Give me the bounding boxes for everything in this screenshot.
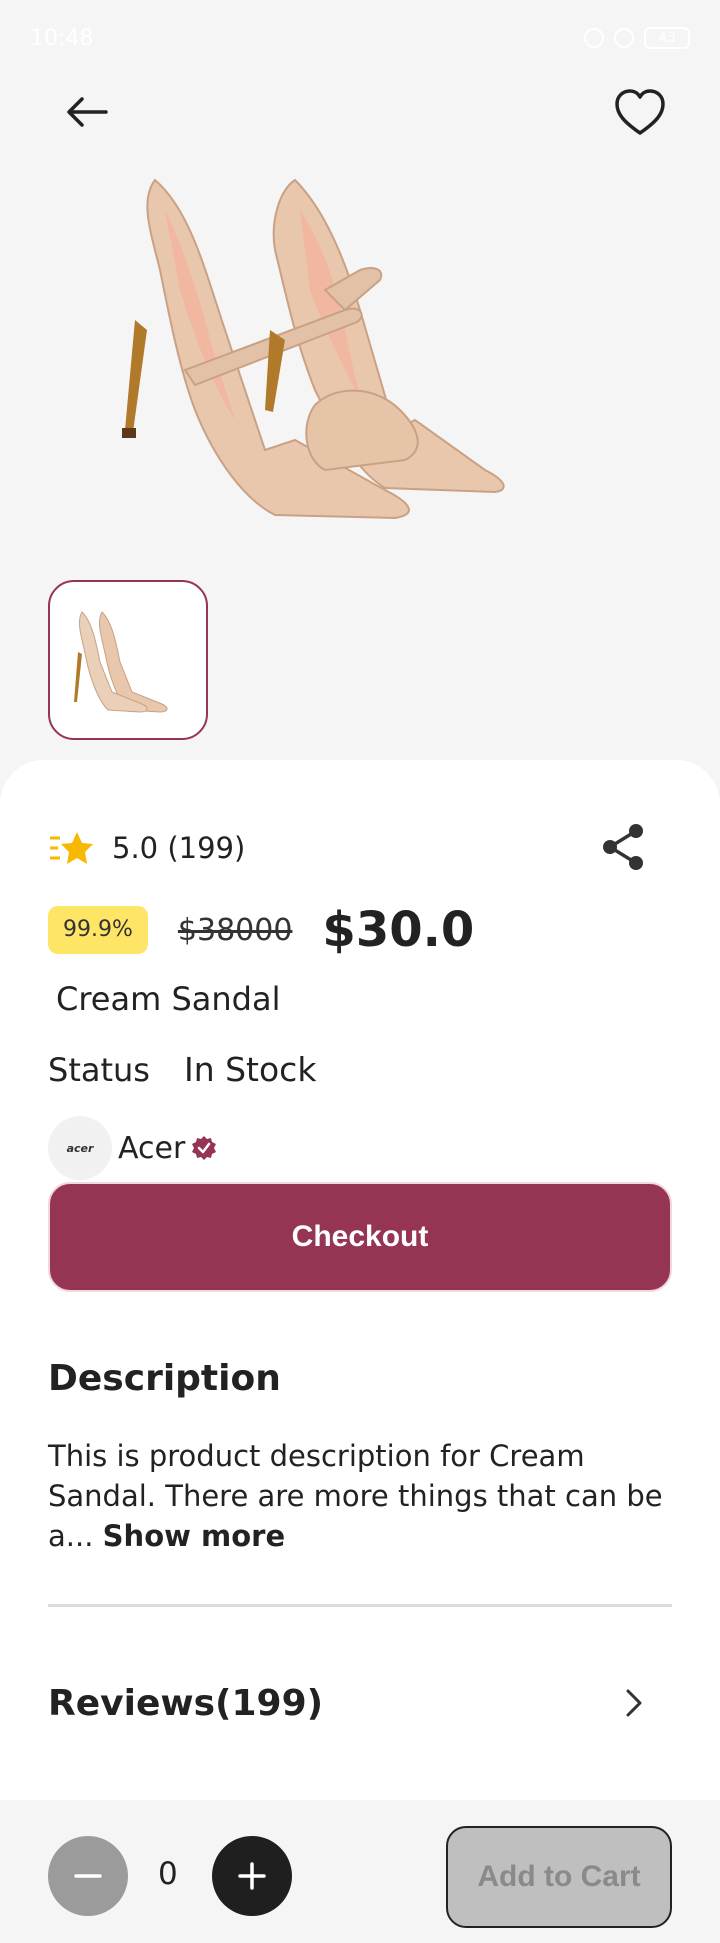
thumbnail-image (74, 611, 168, 713)
status-bar: 10:48 43 (0, 0, 720, 76)
quantity-value: 0 (158, 1856, 178, 1892)
rating-text: 5.0 (199) (112, 831, 246, 865)
product-name: Cream Sandal (56, 980, 281, 1018)
checkout-button[interactable]: Checkout (48, 1182, 672, 1292)
discount-badge: 99.9% (48, 906, 148, 954)
product-image (122, 178, 505, 520)
reviews-title: Reviews(199) (48, 1682, 324, 1724)
divider (48, 1604, 672, 1607)
chevron-right-icon (626, 1689, 642, 1717)
status-time: 10:48 (30, 25, 94, 51)
status-icon (584, 28, 604, 48)
old-price: $38000 (177, 912, 293, 948)
brand-row[interactable]: acer Acer (48, 1116, 217, 1180)
description-text: This is product description for Cream Sa… (48, 1436, 678, 1556)
share-icon (603, 824, 643, 870)
favorite-button[interactable] (612, 86, 668, 142)
add-to-cart-button[interactable]: Add to Cart (446, 1826, 672, 1928)
back-button[interactable] (60, 84, 116, 140)
product-thumbnail[interactable] (48, 580, 208, 740)
current-price: $30.0 (322, 902, 475, 958)
plus-icon (238, 1862, 266, 1890)
verified-badge-icon (192, 1136, 217, 1160)
description-heading: Description (48, 1358, 281, 1399)
alarm-icon (614, 28, 634, 48)
star-icon (50, 832, 93, 864)
decrease-quantity-button[interactable] (48, 1836, 128, 1916)
brand-logo: acer (48, 1116, 112, 1180)
price-row: 99.9% $38000 $30.0 (48, 902, 474, 958)
status-icons: 43 (584, 27, 690, 49)
minus-icon (74, 1874, 102, 1878)
battery-indicator: 43 (644, 27, 690, 49)
status-label: Status (48, 1051, 150, 1089)
back-arrow-icon (67, 97, 108, 127)
show-more-link[interactable]: Show more (103, 1519, 285, 1553)
share-button[interactable] (600, 822, 648, 872)
stock-status-row: Status In Stock (48, 1050, 316, 1089)
rating-row: 5.0 (199) (48, 828, 245, 868)
status-value: In Stock (183, 1050, 317, 1089)
brand-name: Acer (118, 1130, 186, 1166)
increase-quantity-button[interactable] (212, 1836, 292, 1916)
heart-icon (615, 89, 665, 135)
reviews-row[interactable]: Reviews(199) (48, 1676, 648, 1730)
